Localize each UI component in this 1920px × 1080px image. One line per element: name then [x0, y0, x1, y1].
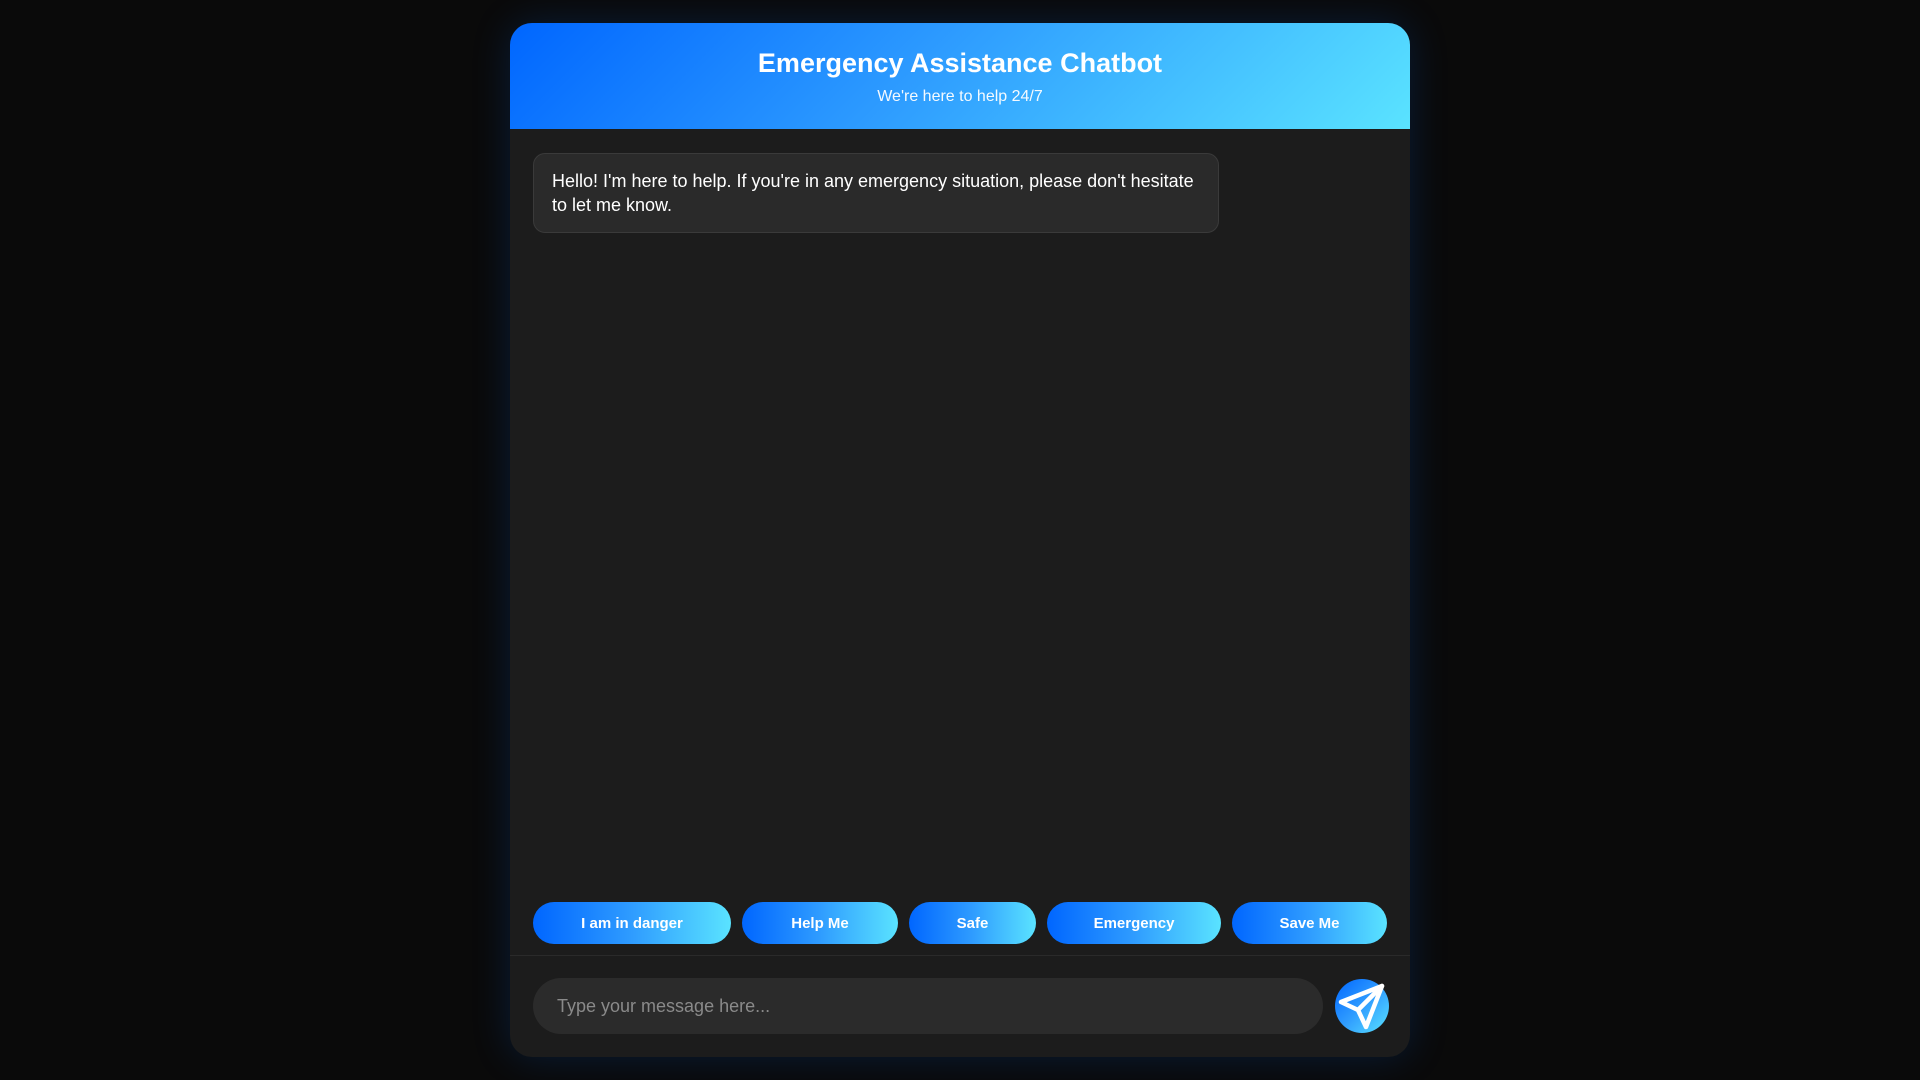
quick-reply-save-me[interactable]: Save Me	[1232, 902, 1387, 944]
chat-title: Emergency Assistance Chatbot	[757, 48, 1163, 78]
message-input[interactable]	[533, 978, 1323, 1034]
chat-header: Emergency Assistance Chatbot We're here …	[510, 23, 1410, 129]
quick-replies: I am in danger Help Me Safe Emergency Sa…	[533, 902, 1387, 944]
chat-subtitle: We're here to help 24/7	[877, 88, 1043, 105]
quick-reply-help-me[interactable]: Help Me	[742, 902, 898, 944]
input-bar	[533, 978, 1389, 1034]
input-divider	[510, 955, 1410, 956]
chat-window: Emergency Assistance Chatbot We're here …	[510, 23, 1410, 1057]
quick-reply-emergency[interactable]: Emergency	[1047, 902, 1221, 944]
quick-reply-safe[interactable]: Safe	[909, 902, 1036, 944]
quick-reply-i-am-in-danger[interactable]: I am in danger	[533, 902, 731, 944]
bot-message: Hello! I'm here to help. If you're in an…	[533, 153, 1219, 233]
send-paper-plane-icon	[1337, 981, 1387, 1031]
send-button[interactable]	[1335, 979, 1389, 1033]
